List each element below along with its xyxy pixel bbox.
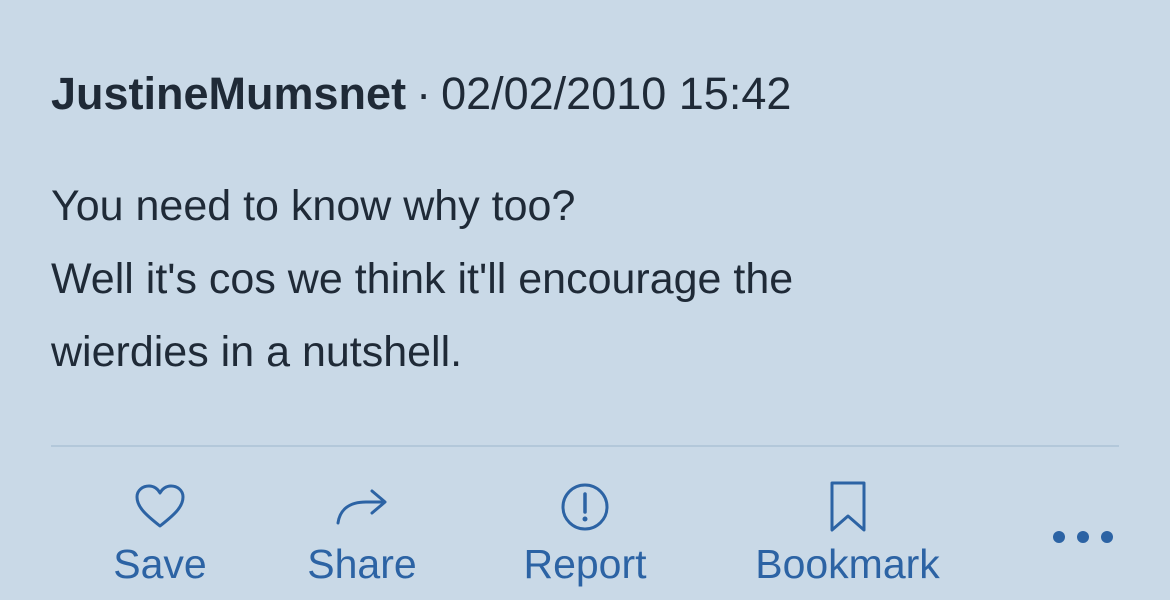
bookmark-label: Bookmark — [755, 541, 940, 587]
header-separator: · — [416, 68, 432, 119]
more-options-button[interactable] — [1045, 520, 1121, 558]
bookmark-button[interactable]: Bookmark — [740, 478, 955, 588]
post-header: JustineMumsnet · 02/02/2010 15:42 — [51, 66, 791, 122]
post-body-line: wierdies in a nutshell. — [51, 328, 463, 376]
post-author[interactable]: JustineMumsnet — [51, 68, 406, 119]
post-body-line: Well it's cos we think it'll encourage t… — [51, 255, 794, 303]
share-label: Share — [307, 541, 417, 587]
report-label: Report — [523, 541, 647, 587]
more-horizontal-icon — [1051, 529, 1115, 550]
forum-post: JustineMumsnet · 02/02/2010 15:42 You need… — [0, 0, 1170, 600]
divider — [51, 445, 1119, 447]
share-arrow-icon — [334, 478, 390, 536]
post-actions-bar: Save Share Report Bookmark — [0, 478, 1170, 600]
save-button[interactable]: Save — [100, 478, 220, 588]
share-button[interactable]: Share — [297, 478, 427, 588]
post-timestamp: 02/02/2010 15:42 — [441, 68, 792, 119]
report-alert-icon — [560, 478, 610, 536]
save-label: Save — [113, 541, 207, 587]
post-body: You need to know why too? Well it's cos … — [51, 170, 793, 389]
post-body-line: You need to know why too? — [51, 182, 576, 230]
report-button[interactable]: Report — [510, 478, 660, 588]
heart-icon — [134, 478, 186, 536]
bookmark-icon — [828, 478, 868, 536]
